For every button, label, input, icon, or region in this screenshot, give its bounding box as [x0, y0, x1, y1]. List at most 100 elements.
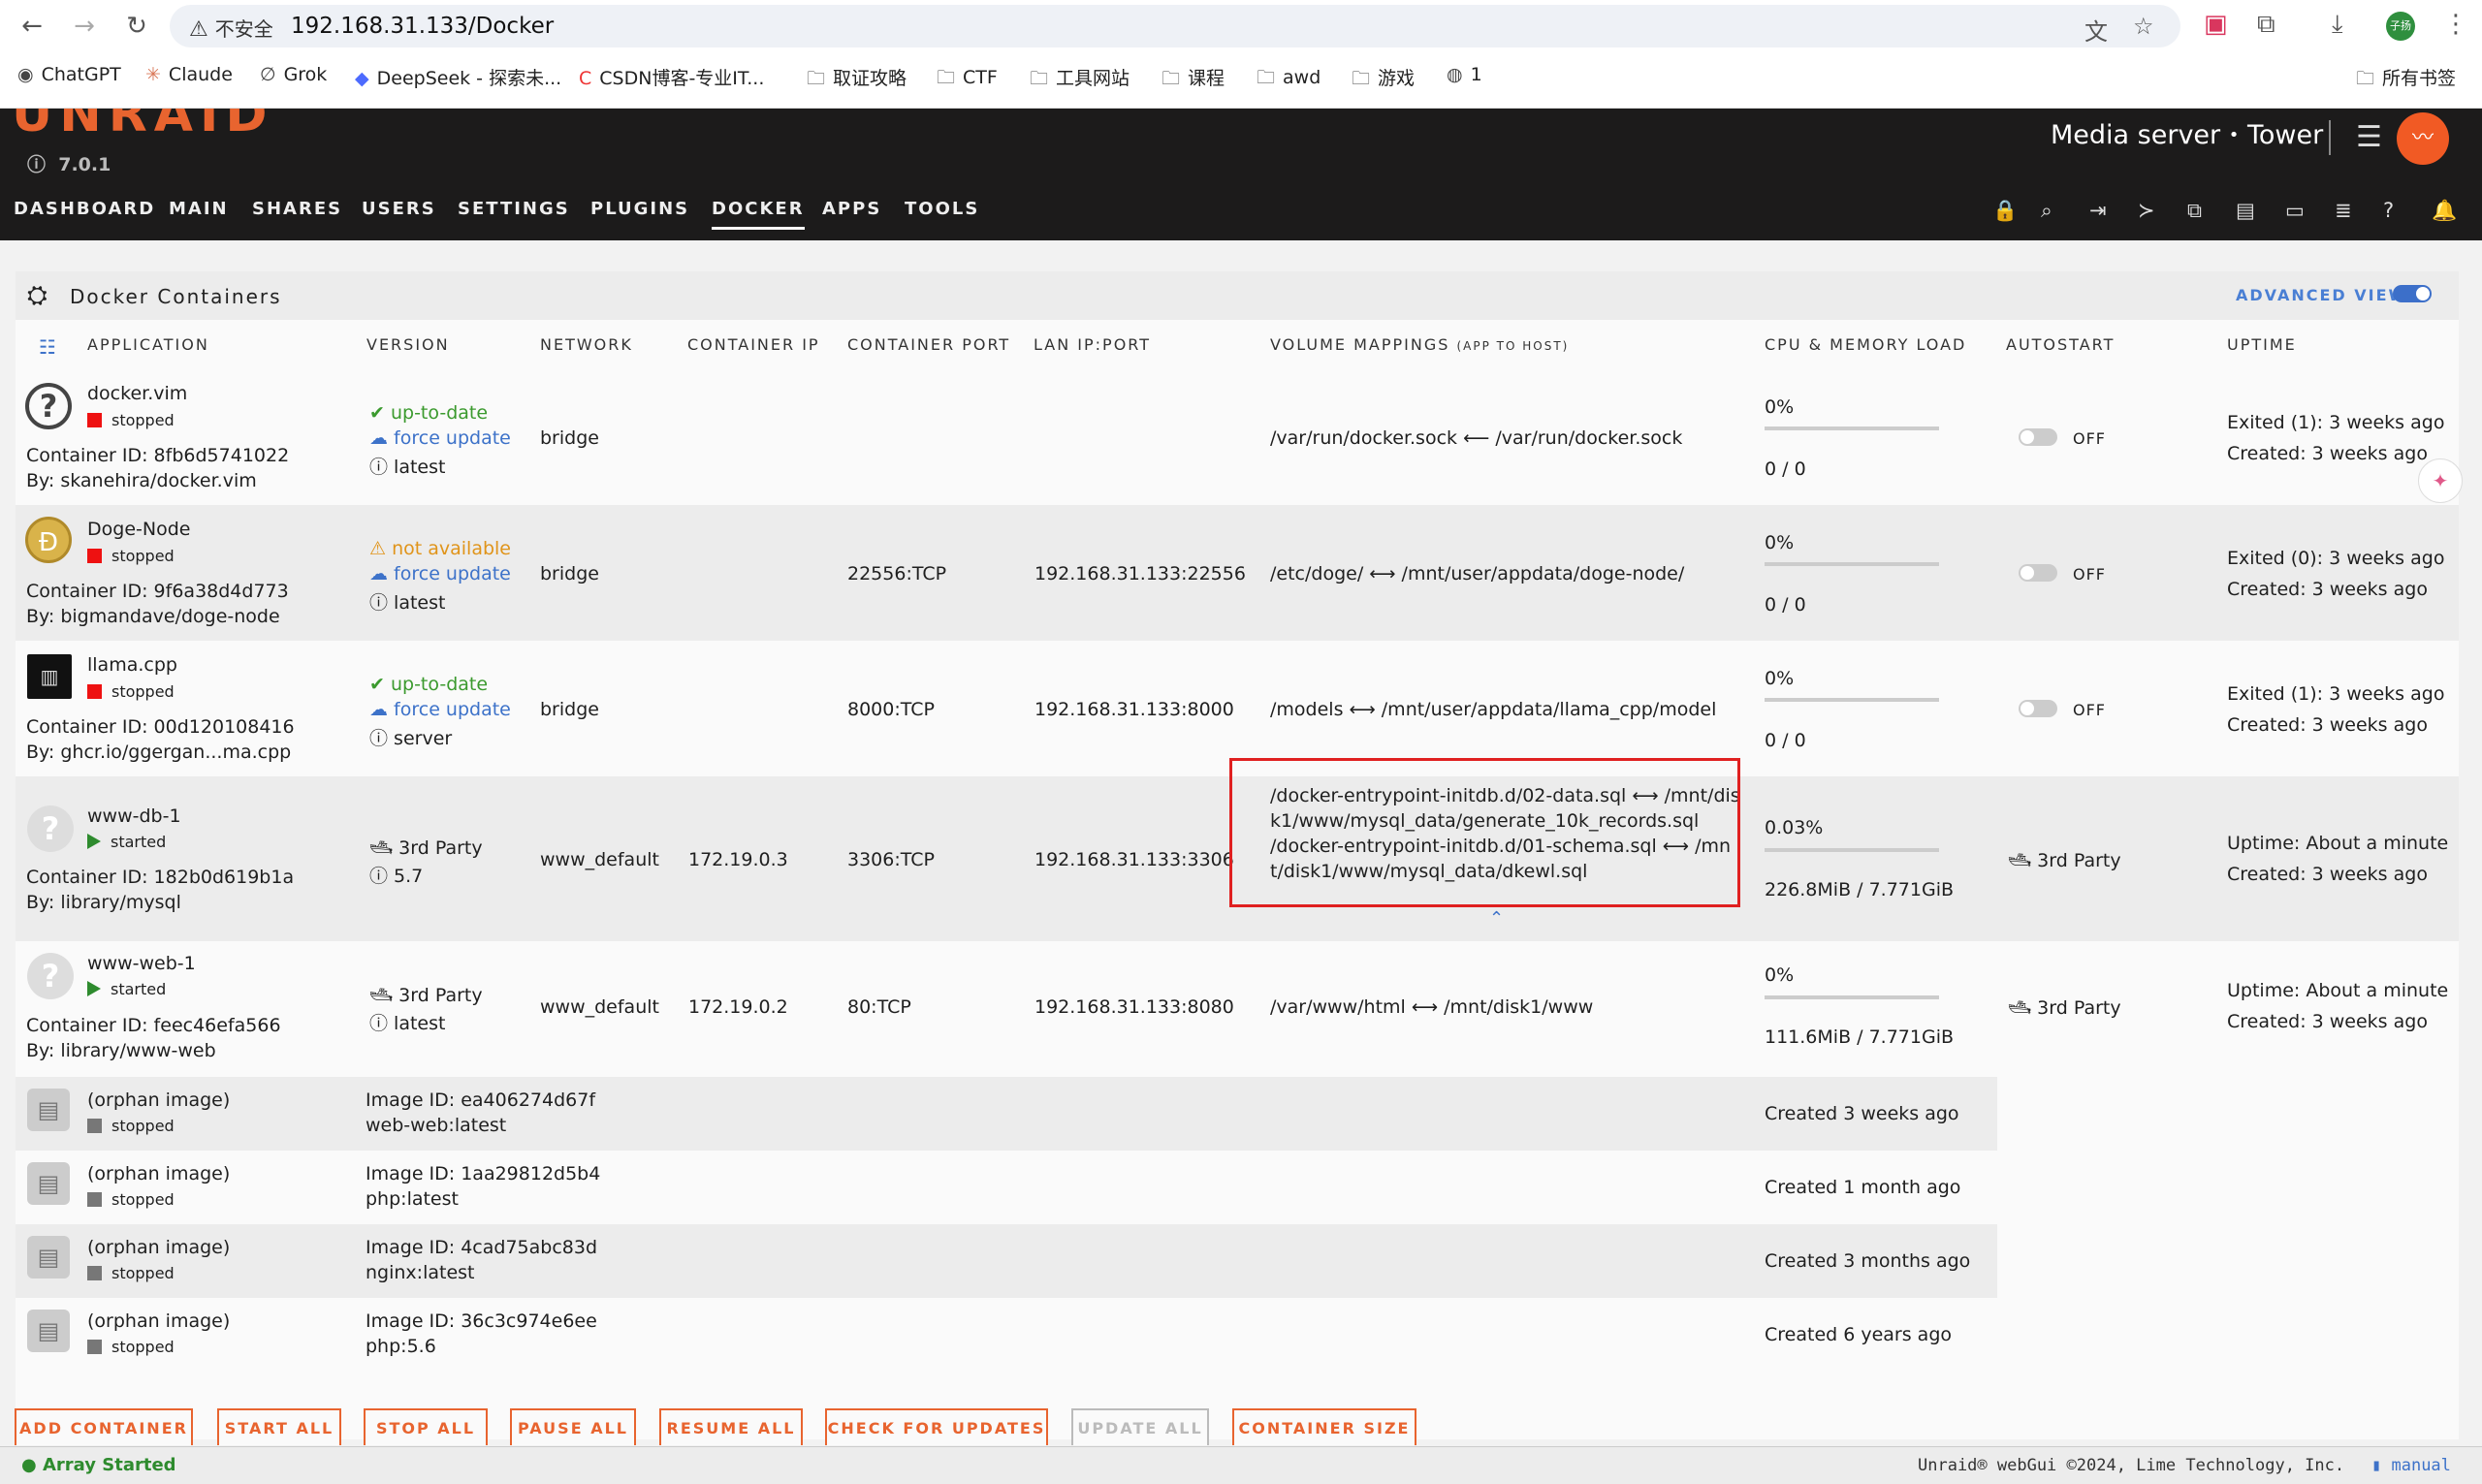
- autostart-toggle[interactable]: [2019, 564, 2057, 582]
- col-container-ip: CONTAINER IP: [687, 335, 820, 354]
- orphan-state: stopped: [87, 1117, 175, 1135]
- folder-icon: 🗀: [937, 67, 956, 88]
- uptime-created: Created: 3 weeks ago: [2227, 864, 2428, 885]
- orphan-state: stopped: [87, 1264, 175, 1282]
- back-icon[interactable]: ←: [16, 10, 48, 43]
- nav-shares[interactable]: SHARES: [252, 199, 342, 219]
- extension-icon[interactable]: ▣: [2204, 10, 2228, 39]
- feedback-icon[interactable]: ▤: [2236, 199, 2255, 222]
- force-update-link[interactable]: ☁ force update: [369, 427, 511, 449]
- question-icon[interactable]: ?: [25, 383, 72, 429]
- force-update-link[interactable]: ☁ force update: [369, 699, 511, 720]
- bookmark-folder-forensics[interactable]: 🗀 取证攻略: [807, 64, 907, 96]
- lan-ip-port[interactable]: 192.168.31.133:8000: [1034, 699, 1234, 720]
- image-tag: nginx:latest: [366, 1262, 475, 1283]
- doge-icon[interactable]: Ð: [25, 517, 72, 563]
- advanced-view-toggle[interactable]: [2393, 285, 2432, 302]
- lan-ip-port[interactable]: 192.168.31.133:22556: [1034, 563, 1246, 584]
- unraid-logo[interactable]: UNRAID: [0, 109, 291, 138]
- bookmark-claude[interactable]: ✳ Claude: [145, 64, 233, 85]
- floating-assistant-icon[interactable]: ✦: [2418, 458, 2463, 503]
- forward-icon[interactable]: →: [68, 10, 101, 43]
- bookmark-folder-awd[interactable]: 🗀 awd: [1257, 64, 1321, 95]
- address-bar[interactable]: ⚠ 不安全 192.168.31.133/Docker 文 ☆: [170, 5, 2180, 47]
- status-footer: ● Array Started Unraid® webGui ©2024, Li…: [0, 1446, 2482, 1484]
- table-row: ▤ (orphan image) stopped Image ID: 4cad7…: [16, 1224, 1997, 1298]
- orphan-name[interactable]: (orphan image): [87, 1310, 230, 1332]
- puzzle-icon[interactable]: ⧉: [2257, 10, 2275, 40]
- manual-link[interactable]: ▮ manual: [2371, 1456, 2451, 1475]
- download-icon[interactable]: ⤓: [2332, 10, 2343, 40]
- log-icon[interactable]: ≣: [2335, 199, 2352, 222]
- container-name[interactable]: www-db-1: [87, 805, 181, 827]
- stopped-icon: [87, 1266, 102, 1280]
- container-name[interactable]: docker.vim: [87, 383, 187, 404]
- nav-settings[interactable]: SETTINGS: [458, 199, 570, 219]
- autostart-toggle[interactable]: [2019, 700, 2057, 717]
- question-icon[interactable]: ?: [27, 805, 74, 852]
- copy-icon[interactable]: ⧉: [2187, 199, 2202, 223]
- bookmark-folder-courses[interactable]: 🗀 课程: [1161, 64, 1225, 96]
- nav-main[interactable]: MAIN: [169, 199, 229, 219]
- user-logo-icon[interactable]: 〰: [2397, 112, 2449, 165]
- star-icon[interactable]: ☆: [2133, 13, 2154, 40]
- nav-tools[interactable]: TOOLS: [905, 199, 979, 219]
- stopped-icon: [87, 1192, 102, 1207]
- bookmark-folder-ctf[interactable]: 🗀 CTF: [937, 64, 998, 95]
- docker-icon: ⛭: [27, 281, 48, 310]
- container-size-button[interactable]: CONTAINER SIZE: [1232, 1408, 1416, 1445]
- force-update-link[interactable]: ☁ force update: [369, 563, 511, 584]
- help-icon[interactable]: ?: [2383, 199, 2394, 222]
- orphan-name[interactable]: (orphan image): [87, 1163, 230, 1184]
- pause-all-button[interactable]: PAUSE ALL: [510, 1408, 636, 1445]
- autostart-toggle[interactable]: [2019, 428, 2057, 446]
- orphan-name[interactable]: (orphan image): [87, 1237, 230, 1258]
- url-text[interactable]: 192.168.31.133/Docker: [291, 14, 554, 39]
- llama-icon[interactable]: ▥: [27, 654, 72, 699]
- all-bookmarks[interactable]: 🗀 所有书签: [2356, 64, 2456, 96]
- bell-icon[interactable]: 🔔: [2432, 199, 2457, 223]
- stop-all-button[interactable]: STOP ALL: [364, 1408, 488, 1445]
- container-name[interactable]: Doge-Node: [87, 519, 190, 540]
- insecure-warning[interactable]: ⚠ 不安全: [189, 14, 273, 42]
- orphan-name[interactable]: (orphan image): [87, 1089, 230, 1111]
- nav-apps[interactable]: APPS: [822, 199, 881, 219]
- question-icon[interactable]: ?: [27, 953, 74, 999]
- bookmark-csdn[interactable]: C CSDN博客-专业IT...: [579, 64, 764, 90]
- translate-icon[interactable]: 文: [2084, 13, 2108, 47]
- image-tag: php:5.6: [366, 1336, 436, 1357]
- lan-ip-port[interactable]: 192.168.31.133:8080: [1034, 996, 1234, 1018]
- advanced-view-label[interactable]: ADVANCED VIEW: [2236, 286, 2407, 304]
- check-for-updates-button[interactable]: CHECK FOR UPDATES: [825, 1408, 1048, 1445]
- add-container-button[interactable]: ADD CONTAINER: [15, 1408, 193, 1445]
- uptime-created: Created: 3 weeks ago: [2227, 579, 2428, 600]
- start-all-button[interactable]: START ALL: [217, 1408, 341, 1445]
- hamburger-icon[interactable]: ☰: [2356, 120, 2382, 154]
- nav-users[interactable]: USERS: [362, 199, 436, 219]
- folder-icon: 🗀: [807, 68, 826, 89]
- menu-dots-icon[interactable]: ⋮: [2443, 10, 2468, 39]
- nav-docker[interactable]: DOCKER: [712, 199, 805, 230]
- profile-avatar[interactable]: 子扬: [2386, 12, 2415, 41]
- search-icon[interactable]: ⌕: [2041, 199, 2052, 223]
- bookmark-1[interactable]: ◍ 1: [1447, 64, 1482, 85]
- bookmark-folder-games[interactable]: 🗀 游戏: [1352, 64, 1415, 96]
- bookmark-chatgpt[interactable]: ◉ ChatGPT: [17, 64, 121, 85]
- collapse-icon[interactable]: ⌃: [1489, 908, 1504, 929]
- container-name[interactable]: llama.cpp: [87, 654, 177, 676]
- lan-ip-port[interactable]: 192.168.31.133:3306: [1034, 849, 1234, 870]
- bookmark-deepseek[interactable]: ◆ DeepSeek - 探索未...: [355, 64, 561, 90]
- reload-icon[interactable]: ↻: [120, 10, 153, 43]
- bookmark-folder-tools[interactable]: 🗀 工具网站: [1030, 64, 1130, 96]
- bookmark-grok[interactable]: ∅ Grok: [260, 64, 327, 85]
- nav-dashboard[interactable]: DASHBOARD: [14, 199, 155, 219]
- update-status: ✔ up-to-date: [369, 402, 489, 424]
- lock-icon[interactable]: 🔒: [1992, 199, 2018, 223]
- terminal-icon[interactable]: ≻: [2138, 199, 2155, 222]
- resume-all-button[interactable]: RESUME ALL: [659, 1408, 803, 1445]
- nav-plugins[interactable]: PLUGINS: [590, 199, 689, 219]
- logout-icon[interactable]: ⇥: [2089, 199, 2107, 222]
- list-view-icon[interactable]: ☷: [39, 335, 58, 359]
- container-name[interactable]: www-web-1: [87, 953, 196, 974]
- monitor-icon[interactable]: ▭: [2285, 199, 2305, 222]
